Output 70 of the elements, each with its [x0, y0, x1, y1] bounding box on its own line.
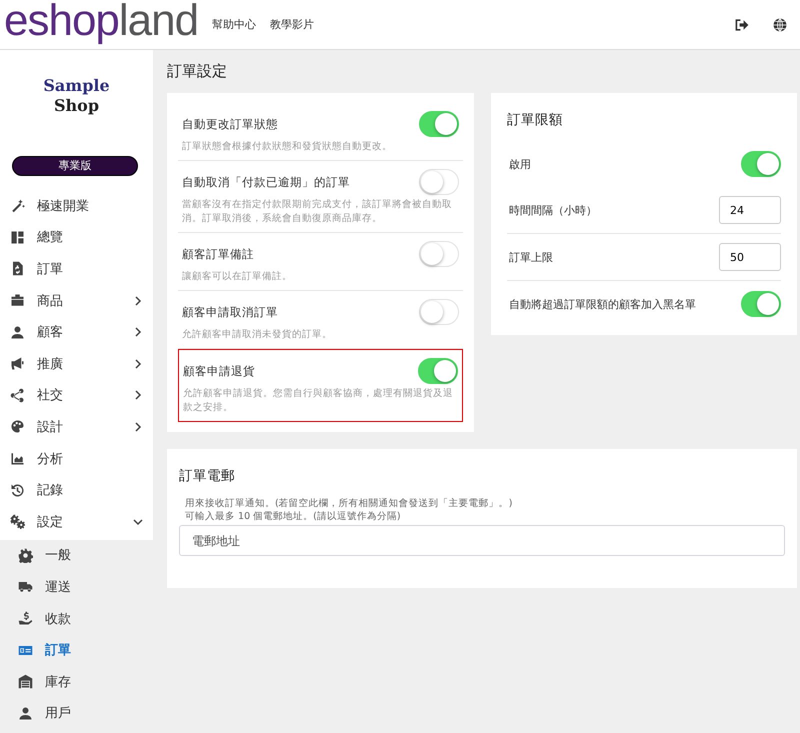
number-field[interactable]: 50: [719, 243, 781, 271]
submenu-item[interactable]: 用戶: [0, 698, 153, 730]
submenu-item[interactable]: 訂單: [0, 634, 153, 666]
sidebar-item[interactable]: 訂單: [0, 253, 153, 285]
hand-money-icon: [18, 611, 33, 626]
sidebar-item[interactable]: 設計: [0, 411, 153, 443]
help-text: 用來接收訂單通知。(若留空此欄，所有相關通知會發送到「主要電郵」。): [184, 497, 514, 510]
megaphone-icon: [10, 356, 25, 372]
logo-text: land: [118, 0, 198, 44]
setting-title: 顧客訂單備註: [182, 246, 254, 262]
card-title: 訂單電郵: [179, 467, 236, 485]
submenu-item[interactable]: 一般: [0, 540, 153, 572]
person-icon: [18, 706, 33, 721]
setting-label: 時間間隔（小時）: [508, 202, 597, 218]
setting-description: 允許顧客申請退貨。您需自行與顧客協商，處理有關退貨及退款之安排。: [183, 387, 454, 415]
dashboard-icon: [10, 230, 25, 245]
sidebar-item[interactable]: 社交: [0, 380, 153, 412]
toggle-switch[interactable]: [419, 241, 459, 267]
setting-title: 顧客申請退貨: [183, 364, 255, 378]
setting-description: 讓顧客可以在訂單備註。: [182, 270, 293, 284]
setting-label: 啟用: [508, 156, 531, 172]
toggle-switch[interactable]: [741, 151, 781, 177]
help-text: 可輸入最多 10 個電郵地址。(請以逗號作為分隔): [184, 510, 402, 523]
history-icon: [10, 482, 25, 498]
sidebar-item[interactable]: 分析: [0, 442, 153, 474]
shop-logo: Sample Shop: [42, 76, 111, 117]
nav-link[interactable]: 幫助中心: [212, 17, 256, 32]
plan-badge: 專業版: [12, 156, 138, 176]
sidebar-item[interactable]: 極速開業: [0, 190, 153, 222]
setting-label: 訂單上限: [508, 250, 553, 264]
invoice-icon: [10, 261, 25, 276]
setting-description: 允許顧客申請取消未發貨的訂單。: [182, 328, 333, 342]
share-icon: [10, 388, 25, 403]
nav-link[interactable]: 教學影片: [270, 17, 314, 32]
gear-icon: [18, 548, 33, 563]
submenu-item[interactable]: 收款: [0, 602, 153, 634]
setting-description: 訂單狀態會根據付款狀態和發貨狀態自動更改。: [182, 140, 393, 154]
logout-icon[interactable]: [734, 16, 750, 32]
warehouse-icon: [18, 674, 33, 690]
chart-icon: [10, 451, 25, 466]
setting-title: 自動更改訂單狀態: [182, 116, 278, 132]
sidebar-item[interactable]: 總覽: [0, 222, 153, 254]
number-field[interactable]: 24: [719, 196, 781, 224]
setting-label: 自動將超過訂單限額的顧客加入黑名單: [508, 296, 696, 312]
toggle-switch[interactable]: [418, 358, 458, 384]
gears-icon: [10, 514, 25, 530]
page-title: 訂單設定: [167, 62, 228, 81]
sidebar-item[interactable]: 推廣: [0, 348, 153, 380]
toggle-switch[interactable]: [419, 111, 459, 137]
person-icon: [10, 324, 25, 340]
box-icon: [10, 293, 25, 308]
truck-icon: [18, 579, 33, 594]
toggle-switch[interactable]: [419, 169, 459, 195]
submenu-item[interactable]: 運送: [0, 571, 153, 603]
toggle-switch[interactable]: [419, 299, 459, 325]
submenu-item[interactable]: 庫存: [0, 666, 153, 698]
palette-icon: [10, 419, 25, 434]
card-title: 訂單限額: [507, 111, 564, 129]
sidebar-item[interactable]: 顧客: [0, 316, 153, 348]
sidebar-item[interactable]: 設定: [0, 506, 153, 538]
sidebar-item[interactable]: 商品: [0, 284, 153, 316]
globe-icon[interactable]: [772, 16, 788, 32]
toggle-switch[interactable]: [741, 291, 781, 317]
setting-title: 自動取消「付款已逾期」的訂單: [182, 174, 350, 190]
email-field[interactable]: 電郵地址: [179, 525, 785, 556]
magic-wand-icon: [10, 198, 25, 214]
setting-title: 顧客申請取消訂單: [182, 304, 278, 320]
logo-text: eshop: [4, 0, 119, 44]
sidebar-item[interactable]: 記錄: [0, 474, 153, 506]
setting-description: 當顧客沒有在指定付款限期前完成支付，該訂單將會被自動取消。訂單取消後，系統會自動復原商品庫存。: [182, 198, 453, 226]
